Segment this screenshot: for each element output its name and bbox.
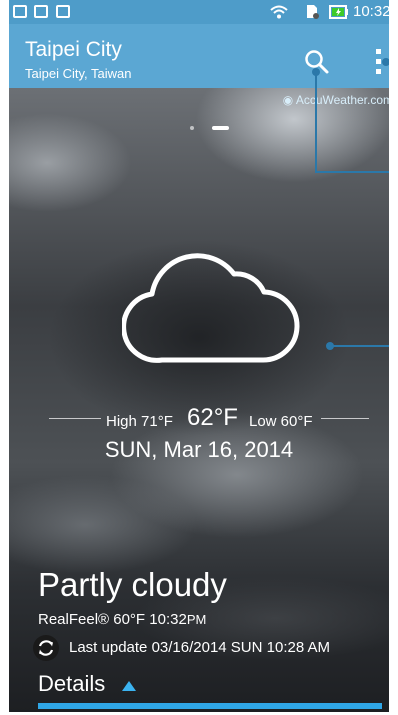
high-temp: High 71°F [106, 413, 173, 430]
city-region: Taipei City, Taiwan [25, 66, 132, 81]
document-icon [34, 5, 48, 18]
accuweather-icon: ◉ [282, 93, 294, 107]
accuweather-label: AccuWeather.com [295, 93, 389, 107]
more-vert-icon [376, 49, 381, 54]
more-vert-icon-dot [376, 59, 381, 64]
details-underline [38, 703, 382, 709]
refresh-button[interactable] [33, 635, 59, 661]
callout-dot-menu [382, 58, 389, 66]
callout-line-search-vertical [315, 72, 317, 172]
expand-arrow-icon[interactable] [122, 681, 136, 691]
cloud-icon [122, 253, 300, 363]
realfeel-suffix: PM [186, 612, 207, 627]
low-temp: Low 60°F [249, 413, 313, 430]
notification-icon [13, 5, 27, 18]
weather-condition: Partly cloudy [38, 566, 227, 603]
forecast-date: SUN, Mar 16, 2014 [104, 437, 294, 462]
status-bar: 10:32 [9, 0, 389, 24]
accuweather-link[interactable]: ◉ AccuWeather.com [283, 93, 389, 107]
details-toggle[interactable]: Details [38, 671, 105, 697]
last-update-text: Last update 03/16/2014 SUN 10:28 AM [69, 639, 331, 656]
weather-app-screen: 10:32 Taipei City Taipei City, Taiwan ◉ … [9, 0, 389, 712]
page-indicator-2-active[interactable] [212, 126, 229, 130]
wifi-icon [270, 5, 288, 19]
realfeel-text: RealFeel® 60°F 10:32 [38, 611, 187, 628]
temp-divider-right [321, 418, 369, 419]
more-vert-icon-dot [376, 69, 381, 74]
callout-line-search-horizontal [315, 171, 389, 173]
page-indicator-1[interactable] [190, 126, 194, 130]
realfeel-line: RealFeel® 60°F 10:32PM [38, 611, 206, 628]
current-temp: 62°F [187, 404, 238, 431]
app-bar: Taipei City Taipei City, Taiwan [9, 24, 389, 88]
city-title[interactable]: Taipei City [25, 38, 122, 62]
image-icon [56, 5, 70, 18]
temp-divider-left [49, 418, 101, 419]
callout-line-weather [330, 345, 389, 347]
refresh-icon [38, 640, 54, 656]
sim-card-icon [307, 5, 319, 19]
battery-charging-icon [329, 5, 348, 19]
status-time: 10:32 [353, 3, 389, 20]
